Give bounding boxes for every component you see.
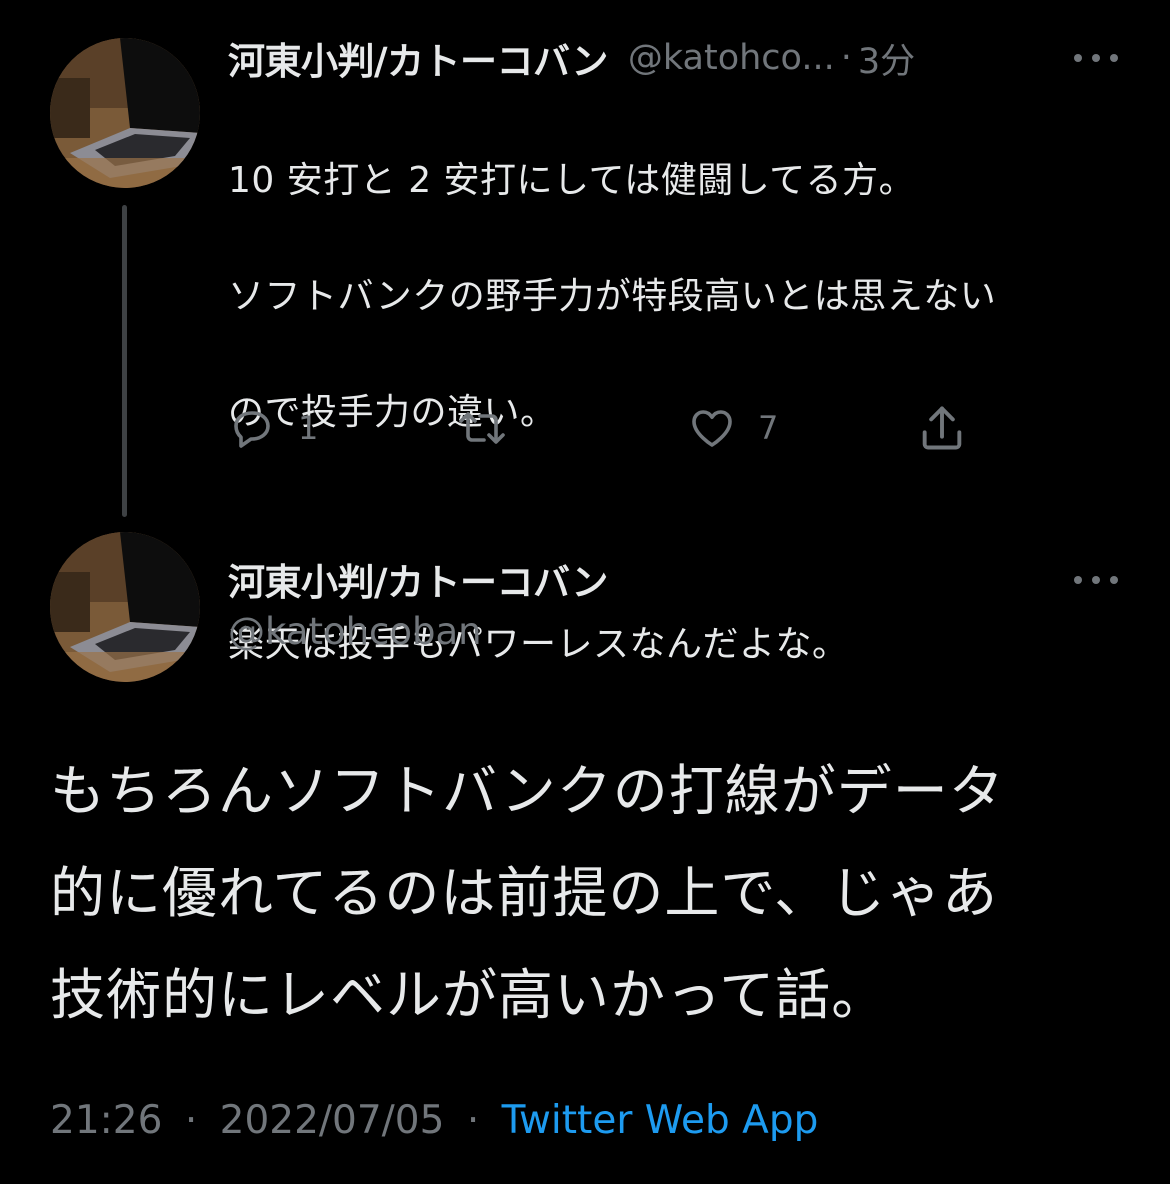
more-dot xyxy=(1092,576,1100,584)
reply-author-handle[interactable]: @katohco... xyxy=(628,38,835,78)
share-icon xyxy=(922,406,962,450)
reply-author-name[interactable]: 河東小判/カトーコバン xyxy=(228,31,608,85)
more-dot xyxy=(1110,54,1118,62)
meta-separator: · xyxy=(184,1098,198,1143)
more-horizontal-icon xyxy=(1074,54,1082,62)
tweet-time[interactable]: 21:26 xyxy=(50,1098,162,1143)
reply-text-line: ので投手力の違い。 xyxy=(228,392,557,433)
main-author-name[interactable]: 河東小判/カトーコバン xyxy=(228,552,608,606)
tweet-meta: 21:26 · 2022/07/05 · Twitter Web App xyxy=(50,1098,818,1143)
meta-separator: · xyxy=(466,1098,480,1143)
avatar-reply-author[interactable] xyxy=(50,38,200,188)
more-dot xyxy=(1110,576,1118,584)
header-separator: · xyxy=(840,38,852,78)
main-tweet-text: もちろんソフトバンクの打線がデータ 的に優れてるのは前提の上で、じゃあ 技術的に… xyxy=(50,740,1130,1046)
more-horizontal-icon xyxy=(1074,576,1082,584)
like-count: 7 xyxy=(758,409,779,447)
more-dot xyxy=(1092,54,1100,62)
reply-time-ago[interactable]: 3分 xyxy=(858,33,915,84)
retweet-icon xyxy=(459,412,505,444)
main-text-line: 技術的にレベルが高いかって話。 xyxy=(50,963,888,1027)
reply-tweet-header: 河東小判/カトーコバン @katohco... · 3分 xyxy=(228,30,1028,86)
share-button[interactable] xyxy=(916,400,968,456)
tweet-date[interactable]: 2022/07/05 xyxy=(220,1098,445,1143)
reply-more-button[interactable] xyxy=(1074,43,1118,73)
main-text-line: もちろんソフトバンクの打線がデータ xyxy=(50,759,1005,823)
main-more-button[interactable] xyxy=(1074,565,1118,595)
thread-connector-line xyxy=(122,205,127,517)
reply-count: 1 xyxy=(298,409,319,447)
main-text-line: 的に優れてるのは前提の上で、じゃあ xyxy=(50,861,999,925)
reply-button[interactable]: 1 xyxy=(228,400,318,456)
retweet-button[interactable] xyxy=(456,400,530,456)
main-author-handle[interactable]: @katohcoban xyxy=(228,610,482,653)
reply-text-line: 10 安打と 2 安打にしては健闘してる方。 xyxy=(228,160,916,201)
avatar-main-author[interactable] xyxy=(50,532,200,682)
reply-icon xyxy=(234,411,270,448)
tweet-source-link[interactable]: Twitter Web App xyxy=(502,1098,819,1143)
like-button[interactable]: 7 xyxy=(688,400,778,456)
heart-icon xyxy=(692,410,732,447)
reply-text-line: ソフトバンクの野手力が特段高いとは思えない xyxy=(228,276,997,317)
